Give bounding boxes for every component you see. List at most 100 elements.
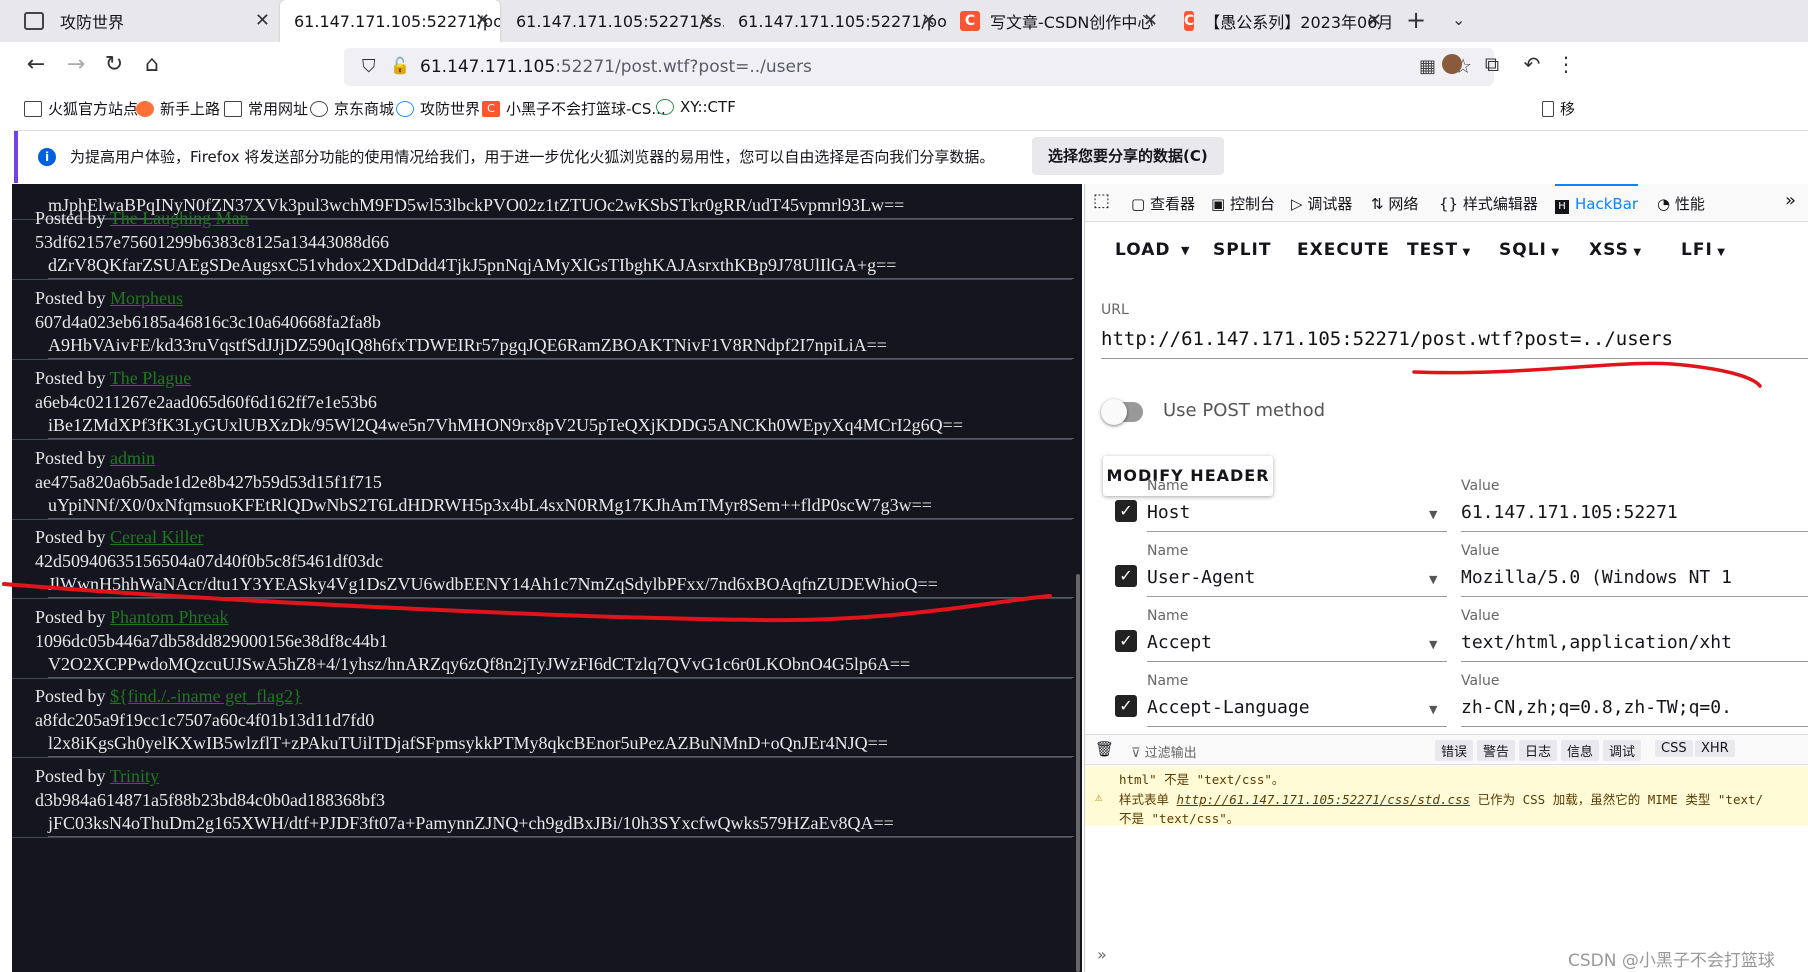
sqli-menu[interactable]: SQLI ▼ xyxy=(1499,240,1560,260)
close-icon[interactable]: ✕ xyxy=(699,10,714,31)
header-name-select[interactable]: Accept-Language xyxy=(1147,697,1447,727)
posted-by-label: Posted by xyxy=(35,288,106,308)
tab-inspector[interactable]: ▢ 查看器 xyxy=(1131,193,1195,214)
element-picker-icon[interactable]: ⬚ xyxy=(1093,190,1110,211)
url-input[interactable]: http://61.147.171.105:52271/post.wtf?pos… xyxy=(1101,328,1808,359)
split-button[interactable]: SPLIT xyxy=(1213,240,1271,260)
tab-ss[interactable]: 61.147.171.105:52271/ss.wtf ✕ xyxy=(502,0,724,42)
insecure-lock-icon[interactable]: 🔓 xyxy=(390,56,410,75)
post-data: iBe1ZMdXPf3fK3LyGUxlUBXzDk/95Wl2Q4we5n7V… xyxy=(48,415,1078,439)
choose-data-button[interactable]: 选择您要分享的数据(C) xyxy=(1032,137,1224,175)
trash-icon[interactable]: 🗑 xyxy=(1095,740,1114,758)
reload-icon[interactable]: ↻ xyxy=(100,52,128,77)
bookmark-common-sites[interactable]: 常用网址 xyxy=(224,98,308,119)
load-button[interactable]: LOAD xyxy=(1115,240,1171,260)
header-name-select[interactable]: User-Agent xyxy=(1147,567,1447,597)
execute-button[interactable]: EXECUTE xyxy=(1297,240,1390,260)
bookmark-label: 火狐官方站点 xyxy=(48,100,139,118)
tab-console[interactable]: ▣ 控制台 xyxy=(1211,193,1275,214)
post-method-toggle[interactable] xyxy=(1101,399,1143,425)
close-icon[interactable]: ✕ xyxy=(255,10,270,31)
console-prompt-icon[interactable]: » xyxy=(1097,945,1107,964)
dropdown-arrow-icon[interactable]: ▼ xyxy=(1429,573,1437,586)
screenshot-icon[interactable]: ⧉ xyxy=(1478,52,1506,76)
avatar[interactable] xyxy=(1442,54,1462,74)
close-icon[interactable]: ✕ xyxy=(1143,10,1158,31)
tab-performance[interactable]: ◔ 性能 xyxy=(1657,193,1705,214)
header-checkbox[interactable]: ✓ xyxy=(1115,695,1137,717)
filter-info-button[interactable]: 信息 xyxy=(1561,740,1600,761)
back-icon[interactable]: ← xyxy=(22,52,50,77)
filter-xhr-button[interactable]: XHR xyxy=(1695,740,1735,757)
bookmark-firefox-official[interactable]: 火狐官方站点 xyxy=(24,98,138,119)
filter-logs-button[interactable]: 日志 xyxy=(1519,740,1558,761)
header-checkbox[interactable]: ✓ xyxy=(1115,630,1137,652)
bookmark-csdn-blog[interactable]: C 小黑子不会打篮球-CS... xyxy=(482,98,666,119)
post-user-link[interactable]: Trinity xyxy=(110,766,159,786)
tab-list-icon[interactable] xyxy=(24,12,44,30)
tab-hackbar[interactable]: H HackBar xyxy=(1555,184,1639,222)
filter-css-button[interactable]: CSS xyxy=(1655,740,1693,757)
post-user-link[interactable]: admin xyxy=(110,448,155,468)
post-method-label: Use POST method xyxy=(1163,400,1326,421)
load-dropdown-icon[interactable]: ▼ xyxy=(1181,244,1190,257)
header-value-input[interactable]: 61.147.171.105:52271 xyxy=(1461,502,1808,532)
shield-icon[interactable]: ⛉ xyxy=(362,56,376,77)
page-scrollbar[interactable] xyxy=(1074,184,1082,972)
split-console: 🗑 ⊽ 过滤输出 错误 警告 日志 信息 调试 CSS XHR html" 不是… xyxy=(1085,734,1808,972)
xss-menu[interactable]: XSS ▼ xyxy=(1589,240,1642,260)
header-name-select[interactable]: Accept xyxy=(1147,632,1447,662)
header-value-input[interactable]: text/html,application/xht xyxy=(1461,632,1808,662)
qr-code-icon[interactable]: ▦ xyxy=(1419,56,1436,77)
post-user-link[interactable]: Cereal Killer xyxy=(110,527,203,547)
bookmark-jd[interactable]: 京东商城 xyxy=(310,98,394,119)
adworld-icon xyxy=(396,100,414,117)
tab-yugong[interactable]: C 【愚公系列】2023年06月 攻 ✕ xyxy=(1170,0,1392,42)
post-user-link[interactable]: The Plague xyxy=(110,368,191,388)
more-tabs-icon[interactable]: » xyxy=(1785,190,1796,211)
post-user-link[interactable]: The Laughing Man xyxy=(110,208,249,228)
chevron-down-icon[interactable]: ⌄ xyxy=(1452,10,1465,29)
tab-debugger[interactable]: ▷ 调试器 xyxy=(1291,193,1352,214)
header-value-input[interactable]: Mozilla/5.0 (Windows NT 1 xyxy=(1461,567,1808,597)
tab-attack-world[interactable]: 攻防世界 ✕ xyxy=(0,0,280,42)
dropdown-arrow-icon[interactable]: ▼ xyxy=(1429,638,1437,651)
close-icon[interactable]: ✕ xyxy=(1367,10,1382,31)
dropdown-arrow-icon[interactable]: ▼ xyxy=(1429,703,1437,716)
header-row: ✓ Name Accept ▼ Value text/html,applicat… xyxy=(1085,602,1808,666)
header-value-input[interactable]: zh-CN,zh;q=0.8,zh-TW;q=0. xyxy=(1461,697,1808,727)
post-user-link[interactable]: Morpheus xyxy=(110,288,183,308)
header-name-select[interactable]: Host xyxy=(1147,502,1447,532)
lfi-menu[interactable]: LFI ▼ xyxy=(1681,240,1726,260)
bookmark-adworld[interactable]: 攻防世界 xyxy=(396,98,480,119)
test-menu[interactable]: TEST ▼ xyxy=(1407,240,1471,260)
bookmark-xyctf[interactable]: XY::CTF xyxy=(656,98,736,116)
forward-icon[interactable]: → xyxy=(62,52,90,77)
header-checkbox[interactable]: ✓ xyxy=(1115,500,1137,522)
close-icon[interactable]: ✕ xyxy=(921,10,936,31)
scrollbar-thumb[interactable] xyxy=(1076,574,1080,972)
tab-csdn-write[interactable]: C 写文章-CSDN创作中心 ✕ xyxy=(946,0,1168,42)
header-checkbox[interactable]: ✓ xyxy=(1115,565,1137,587)
tab-post-active[interactable]: 61.147.171.105:52271/post.w ✕ xyxy=(280,0,500,42)
bookmark-mobile[interactable]: 移 xyxy=(1542,98,1575,119)
tab-network[interactable]: ⇅ 网络 xyxy=(1371,193,1418,214)
bookmark-getting-started[interactable]: 新手上路 xyxy=(136,98,220,119)
post-user-link[interactable]: Phantom Phreak xyxy=(110,607,229,627)
tab-style-editor[interactable]: {} 样式编辑器 xyxy=(1439,193,1538,214)
bookmark-label: 常用网址 xyxy=(248,100,309,118)
stylesheet-link[interactable]: http://61.147.171.105:52271/css/std.css xyxy=(1177,792,1471,807)
filter-warnings-button[interactable]: 警告 xyxy=(1477,740,1516,761)
menu-icon[interactable]: ⋮ xyxy=(1552,52,1580,76)
close-icon[interactable]: ✕ xyxy=(475,10,490,31)
tab-post-2[interactable]: 61.147.171.105:52271/post.w ✕ xyxy=(724,0,946,42)
dropdown-arrow-icon[interactable]: ▼ xyxy=(1429,508,1437,521)
filter-errors-button[interactable]: 错误 xyxy=(1435,740,1474,761)
post-user-link[interactable]: ${find./.-iname get_flag2} xyxy=(110,686,302,706)
filter-debug-button[interactable]: 调试 xyxy=(1603,740,1642,761)
home-icon[interactable]: ⌂ xyxy=(138,52,166,77)
undo-icon[interactable]: ↶ xyxy=(1518,52,1546,76)
filter-input[interactable]: ⊽ 过滤输出 xyxy=(1131,742,1197,761)
new-tab-icon[interactable]: + xyxy=(1406,6,1426,34)
address-bar[interactable]: ⛉ 🔓 61.147.171.105:52271/post.wtf?post=.… xyxy=(344,48,1494,86)
